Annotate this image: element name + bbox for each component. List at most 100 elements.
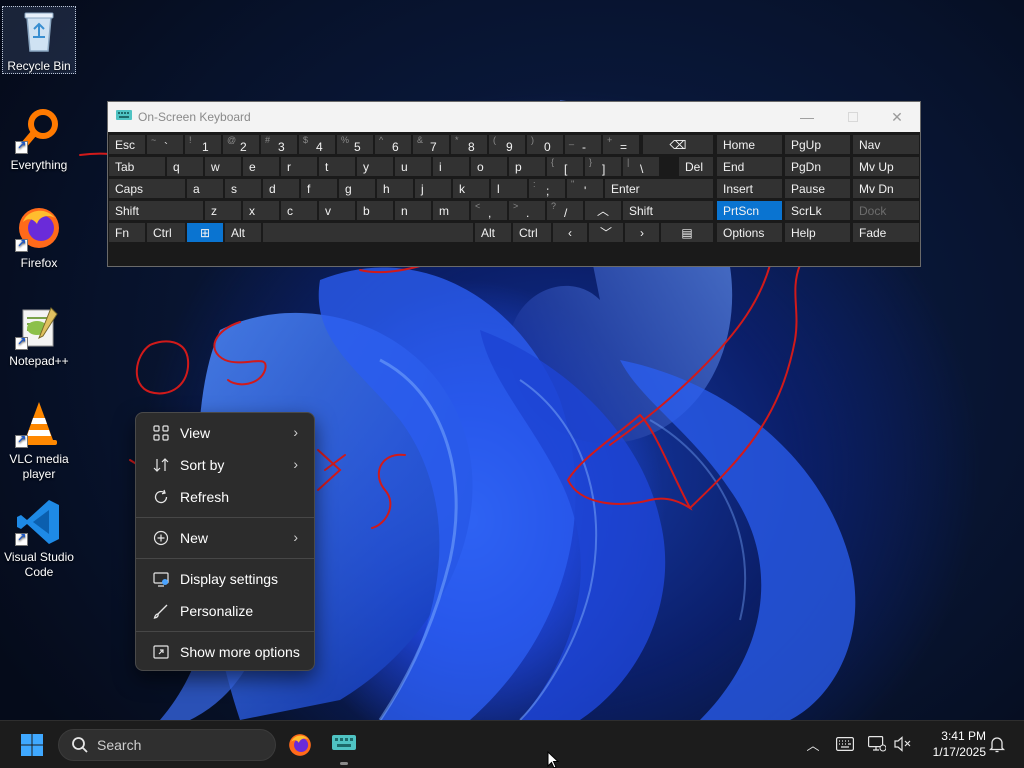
key-n[interactable]: n [394,200,432,221]
key-4[interactable]: #3 [260,134,298,155]
key-f[interactable]: f [300,178,338,199]
key-i[interactable]: i [432,156,470,177]
key-punct-1[interactable]: " ' [566,178,604,199]
key-nav-pause[interactable]: Pause [784,178,851,199]
key-enter[interactable]: Enter [604,178,714,199]
key-b[interactable]: b [356,200,394,221]
menu-item-display-settings[interactable]: Display settings [140,564,310,594]
key-arrow-down[interactable]: ﹀ [588,222,624,243]
key-backspace[interactable]: ⌫ [642,134,714,155]
key-shift-left[interactable]: Shift [108,200,204,221]
taskbar-app-firefox[interactable] [284,729,316,761]
key-s[interactable]: s [224,178,262,199]
key-v[interactable]: v [318,200,356,221]
key-alt-left[interactable]: Alt [224,222,262,243]
key-ctrl-left[interactable]: Ctrl [146,222,186,243]
menu-item-personalize[interactable]: Personalize [140,596,310,626]
key-nav-mv-dn[interactable]: Mv Dn [852,178,920,199]
key-bracket-0[interactable]: {[ [546,156,584,177]
key-l[interactable]: l [490,178,528,199]
key-nav-prtscn[interactable]: PrtScn [716,200,783,221]
key-nav-options[interactable]: Options [716,222,783,243]
taskbar-search-box[interactable]: Search [58,729,276,761]
key-10[interactable]: (9 [488,134,526,155]
key-tab[interactable]: Tab [108,156,166,177]
key-menu[interactable]: ▤ [660,222,714,243]
key-nav-pgup[interactable]: PgUp [784,134,851,155]
network-button[interactable] [866,733,888,755]
key-7[interactable]: ^ 6 [374,134,412,155]
minimize-button[interactable]: — [784,102,830,132]
key-punct4-2[interactable]: ? / [546,200,584,221]
key-shift-right[interactable]: Shift [622,200,714,221]
key-12[interactable]: _ - [564,134,602,155]
desktop-icon-vscode[interactable]: Visual Studio Code [2,498,76,580]
key-c[interactable]: c [280,200,318,221]
key-windows[interactable]: ⊞ [186,222,224,243]
key-alt-right[interactable]: Alt [474,222,512,243]
maximize-button[interactable] [830,102,876,132]
key-bracket-1[interactable]: }] [584,156,622,177]
key-nav-scrlk[interactable]: ScrLk [784,200,851,221]
key-nav-dock[interactable]: Dock [852,200,920,221]
key-esc[interactable]: Esc [108,134,146,155]
key-caps[interactable]: Caps [108,178,186,199]
key-q[interactable]: q [166,156,204,177]
key-p[interactable]: p [508,156,546,177]
close-button[interactable]: ✕ [874,102,920,132]
key-1[interactable]: ~ ` [146,134,184,155]
key-nav-nav[interactable]: Nav [852,134,920,155]
key-y[interactable]: y [356,156,394,177]
volume-button[interactable] [892,733,914,755]
menu-item-new[interactable]: New › [140,523,310,553]
osk-title-bar[interactable]: On-Screen Keyboard — ✕ [108,102,920,132]
start-button[interactable] [14,731,50,759]
menu-item-sort-by[interactable]: Sort by › [140,450,310,480]
key-e[interactable]: e [242,156,280,177]
notifications-button[interactable] [986,733,1008,755]
key-g[interactable]: g [338,178,376,199]
key-k[interactable]: k [452,178,490,199]
key-nav-help[interactable]: Help [784,222,851,243]
desktop-icon-recycle-bin[interactable]: Recycle Bin [2,6,76,74]
clock[interactable]: 3:41 PM 1/17/2025 [912,728,986,760]
key-5[interactable]: $4 [298,134,336,155]
key-6[interactable]: % 5 [336,134,374,155]
key-w[interactable]: w [204,156,242,177]
key-d[interactable]: d [262,178,300,199]
key-nav-mv-up[interactable]: Mv Up [852,156,920,177]
key-punct4-1[interactable]: >. [508,200,546,221]
key-nav-end[interactable]: End [716,156,783,177]
key-ctrl-right[interactable]: Ctrl [512,222,552,243]
key-h[interactable]: h [376,178,414,199]
key-8[interactable]: & 7 [412,134,450,155]
on-screen-keyboard-window[interactable]: On-Screen Keyboard — ✕ Del Enter Shift ⌫… [107,101,921,267]
key-t[interactable]: t [318,156,356,177]
key-9[interactable]: * 8 [450,134,488,155]
menu-item-show-more-options[interactable]: Show more options [140,637,310,667]
key-space[interactable] [262,222,474,243]
desktop-icon-firefox[interactable]: Firefox [2,204,76,271]
key-nav-insert[interactable]: Insert [716,178,783,199]
key-z[interactable]: z [204,200,242,221]
key-punct-0[interactable]: :; [528,178,566,199]
key-nav-fade[interactable]: Fade [852,222,920,243]
show-hidden-icons-button[interactable]: ︿ [802,733,824,755]
key-del[interactable]: Del [678,156,714,177]
key-arrow-right[interactable]: › [624,222,660,243]
menu-item-refresh[interactable]: Refresh [140,482,310,512]
key-13[interactable]: + = [602,134,640,155]
key-arrow-up[interactable]: ︿ [584,200,622,221]
key-bracket-2[interactable]: | \ [622,156,660,177]
key-fn[interactable]: Fn [108,222,146,243]
menu-item-view[interactable]: View › [140,418,310,448]
key-2[interactable]: ! 1 [184,134,222,155]
taskbar-app-on-screen-keyboard[interactable] [328,729,360,765]
key-nav-pgdn[interactable]: PgDn [784,156,851,177]
key-j[interactable]: j [414,178,452,199]
key-punct4-0[interactable]: <, [470,200,508,221]
desktop-icon-notepadpp[interactable]: Notepad++ [2,302,76,369]
key-x[interactable]: x [242,200,280,221]
key-o[interactable]: o [470,156,508,177]
touch-keyboard-button[interactable] [834,733,856,755]
